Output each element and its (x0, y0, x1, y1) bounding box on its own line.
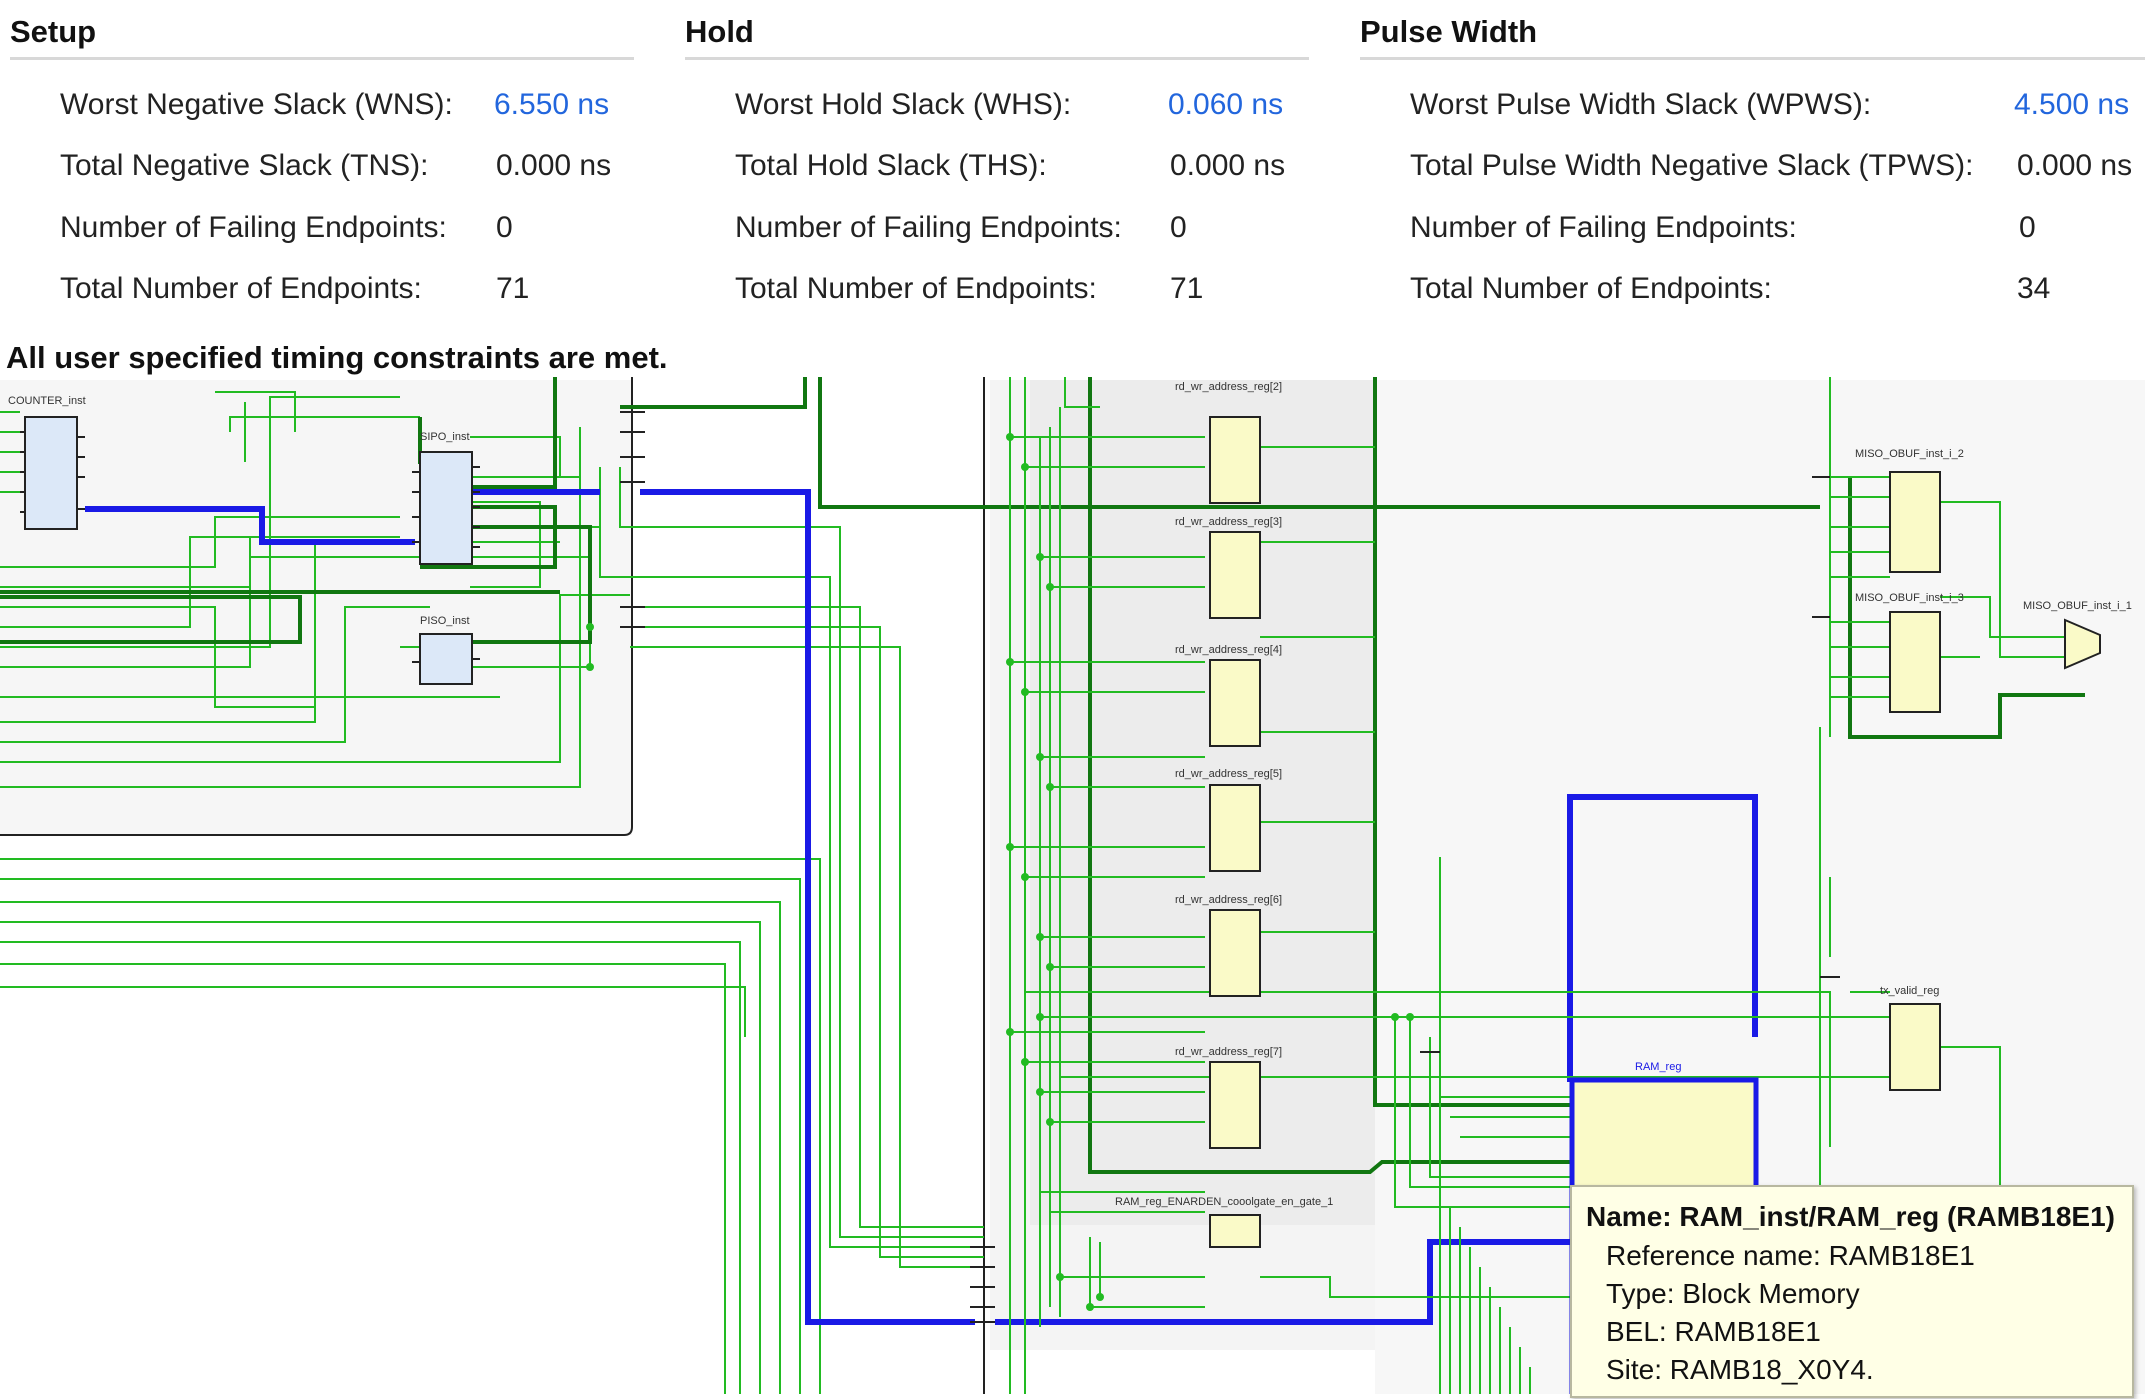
setup-total-value: 71 (496, 272, 530, 305)
tpws-label: Total Pulse Width Negative Slack (TPWS): (1410, 149, 1974, 182)
label-rd-wr-address-reg-6: rd_wr_address_reg[6] (1175, 894, 1282, 906)
label-rd-wr-address-reg-2: rd_wr_address_reg[2] (1175, 381, 1282, 393)
pulse-total-label: Total Number of Endpoints: (1410, 272, 1772, 305)
hold-total-row: Total Number of Endpoints: 71 (675, 272, 1315, 312)
setup-tns-row: Total Negative Slack (TNS): 0.000 ns (0, 149, 640, 189)
tx-valid-reg-cell[interactable] (1889, 1003, 1941, 1091)
tooltip-type: Type: Block Memory (1606, 1278, 1860, 1309)
label-ram-enarden-gate: RAM_reg_ENARDEN_cooolgate_en_gate_1 (1115, 1196, 1333, 1208)
hold-total-value: 71 (1170, 272, 1204, 305)
pulse-width-section: Pulse Width Worst Pulse Width Slack (WPW… (1350, 0, 2145, 330)
piso-inst-cell[interactable] (419, 633, 473, 685)
sipo-inst-cell[interactable] (419, 451, 473, 565)
label-piso-inst: PISO_inst (420, 615, 470, 627)
label-rd-wr-address-reg-7: rd_wr_address_reg[7] (1175, 1046, 1282, 1058)
rd-wr-address-reg-5-cell[interactable] (1209, 784, 1261, 872)
pulse-total-row: Total Number of Endpoints: 34 (1350, 272, 2145, 312)
label-sipo-inst: SIPO_inst (420, 431, 470, 443)
label-rd-wr-address-reg-5: rd_wr_address_reg[5] (1175, 768, 1282, 780)
rd-wr-address-reg-3-cell[interactable] (1209, 531, 1261, 619)
miso-obuf-inst-i-2-cell[interactable] (1889, 471, 1941, 573)
pulse-failing-label: Number of Failing Endpoints: (1410, 211, 1797, 244)
wpws-value-link[interactable]: 4.500 ns (2014, 88, 2129, 122)
cell-tooltip: Name: RAM_inst/RAM_reg (RAMB18E1) Refere… (1570, 1185, 2134, 1398)
label-rd-wr-address-reg-3: rd_wr_address_reg[3] (1175, 516, 1282, 528)
hold-ths-row: Total Hold Slack (THS): 0.000 ns (675, 149, 1315, 189)
rd-wr-address-reg-6-cell[interactable] (1209, 909, 1261, 997)
label-ram-reg: RAM_reg (1635, 1061, 1681, 1073)
ths-value: 0.000 ns (1170, 149, 1286, 182)
pulse-width-divider (1360, 57, 2145, 60)
whs-value-link[interactable]: 0.060 ns (1168, 88, 1283, 122)
setup-title: Setup (10, 14, 97, 49)
ths-label: Total Hold Slack (THS): (735, 149, 1047, 182)
hold-failing-row: Number of Failing Endpoints: 0 (675, 211, 1315, 251)
hold-total-label: Total Number of Endpoints: (735, 272, 1097, 305)
hold-failing-label: Number of Failing Endpoints: (735, 211, 1122, 244)
label-counter-inst: COUNTER_inst (8, 395, 86, 407)
setup-failing-value: 0 (496, 211, 513, 244)
tooltip-name: Name: RAM_inst/RAM_reg (RAMB18E1) (1586, 1201, 2115, 1232)
pulse-wpws-row: Worst Pulse Width Slack (WPWS): 4.500 ns (1350, 88, 2145, 128)
timing-status-message: All user specified timing constraints ar… (6, 340, 668, 375)
hold-section: Hold Worst Hold Slack (WHS): 0.060 ns To… (675, 0, 1315, 330)
tns-value: 0.000 ns (496, 149, 612, 182)
tooltip-reference: Reference name: RAMB18E1 (1606, 1240, 1975, 1271)
setup-wns-row: Worst Negative Slack (WNS): 6.550 ns (0, 88, 640, 128)
setup-failing-label: Number of Failing Endpoints: (60, 211, 447, 244)
hold-failing-value: 0 (1170, 211, 1187, 244)
pulse-total-value: 34 (2017, 272, 2051, 305)
whs-label: Worst Hold Slack (WHS): (735, 88, 1072, 121)
label-tx-valid-reg: tx_valid_reg (1880, 985, 1939, 997)
tooltip-site: Site: RAMB18_X0Y4. (1606, 1354, 1874, 1385)
wns-value-link[interactable]: 6.550 ns (494, 88, 609, 122)
rd-wr-address-reg-7-cell[interactable] (1209, 1061, 1261, 1149)
wns-label: Worst Negative Slack (WNS): (60, 88, 453, 121)
ram-enarden-gate-cell[interactable] (1209, 1214, 1261, 1248)
label-miso-obuf-inst-i-1: MISO_OBUF_inst_i_1 (2023, 600, 2132, 612)
tooltip-bel: BEL: RAMB18E1 (1606, 1316, 1821, 1347)
pulse-failing-row: Number of Failing Endpoints: 0 (1350, 211, 2145, 251)
miso-obuf-inst-i-3-cell[interactable] (1889, 611, 1941, 713)
rd-wr-address-reg-4-cell[interactable] (1209, 659, 1261, 747)
tpws-value: 0.000 ns (2017, 149, 2133, 182)
setup-divider (10, 57, 634, 60)
label-rd-wr-address-reg-4: rd_wr_address_reg[4] (1175, 644, 1282, 656)
timing-summary: Setup Worst Negative Slack (WNS): 6.550 … (0, 0, 2145, 375)
setup-total-row: Total Number of Endpoints: 71 (0, 272, 640, 312)
hold-title: Hold (685, 14, 754, 49)
pulse-width-title: Pulse Width (1360, 14, 1538, 49)
pulse-tpws-row: Total Pulse Width Negative Slack (TPWS):… (1350, 149, 2145, 189)
counter-inst-cell[interactable] (24, 416, 78, 530)
label-miso-obuf-inst-i-2: MISO_OBUF_inst_i_2 (1855, 448, 1964, 460)
setup-total-label: Total Number of Endpoints: (60, 272, 422, 305)
wpws-label: Worst Pulse Width Slack (WPWS): (1410, 88, 1872, 121)
rd-wr-address-reg-2-cell[interactable] (1209, 416, 1261, 504)
pulse-failing-value: 0 (2019, 211, 2036, 244)
hold-whs-row: Worst Hold Slack (WHS): 0.060 ns (675, 88, 1315, 128)
setup-section: Setup Worst Negative Slack (WNS): 6.550 … (0, 0, 640, 330)
tns-label: Total Negative Slack (TNS): (60, 149, 429, 182)
setup-failing-row: Number of Failing Endpoints: 0 (0, 211, 640, 251)
label-miso-obuf-inst-i-3: MISO_OBUF_inst_i_3 (1855, 592, 1964, 604)
hold-divider (685, 57, 1309, 60)
